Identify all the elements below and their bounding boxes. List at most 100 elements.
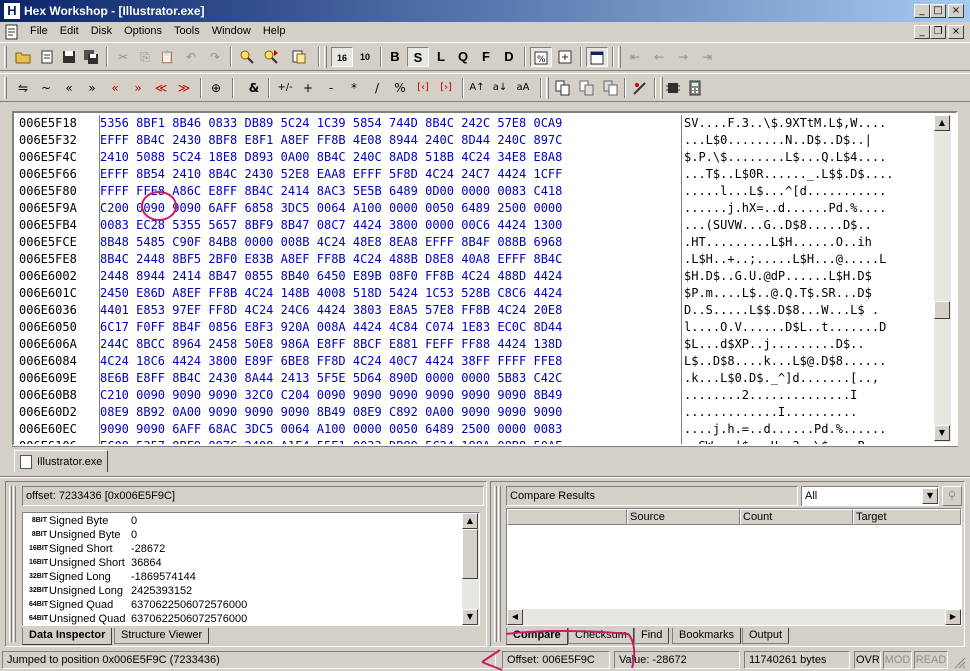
hex-editor[interactable]: 006E5F18 5356 8BF1 8B46 0833 DB89 5C24 1C…: [14, 113, 956, 444]
scroll-left-icon[interactable]: ◀: [507, 609, 523, 625]
hex-bytes[interactable]: 8E6B E8FF 8B4C 2430 8A44 2413 5F5E 5D64 …: [100, 370, 562, 387]
shr-icon[interactable]: »: [81, 78, 103, 98]
new-icon[interactable]: [36, 47, 58, 67]
mdi-close-button[interactable]: ×: [948, 25, 964, 39]
pin-icon[interactable]: ⚲: [942, 486, 962, 506]
hex-row[interactable]: 006E60B8 C210 0090 9090 9090 32C0 C204 00…: [14, 387, 934, 404]
copy-icon[interactable]: ⎘: [134, 47, 156, 67]
block-left-icon[interactable]: [‹]: [412, 78, 434, 98]
hex-row[interactable]: 006E5FCE 8B48 5485 C90F 84B8 0000 008B 4C…: [14, 234, 934, 251]
hex-row[interactable]: 006E6036 4401 E853 97EF FF8D 4C24 24C6 44…: [14, 302, 934, 319]
hex-ascii[interactable]: ...T$..L$0R......_.L$$.D$....: [684, 166, 894, 183]
tab-structure-viewer[interactable]: Structure Viewer: [114, 628, 210, 644]
plugin-icon[interactable]: [662, 78, 684, 98]
hex-row[interactable]: 006E606A 244C 8BCC 8964 2458 50E8 986A E8…: [14, 336, 934, 353]
column-target[interactable]: Target: [853, 509, 961, 525]
size-grip-icon[interactable]: [952, 655, 966, 669]
save-all-icon[interactable]: [80, 47, 102, 67]
inspector-row[interactable]: 32BITUnsigned Long 2425393152: [29, 584, 192, 598]
hex-ascii[interactable]: D..S.....L$$.D$8...W...L$ .: [684, 302, 879, 319]
mdi-restore-button[interactable]: ❐: [930, 25, 946, 39]
invert-case-icon[interactable]: aA: [512, 78, 534, 98]
add-sub-icon[interactable]: +/-: [274, 78, 296, 98]
tab-output[interactable]: Output: [742, 628, 790, 644]
mul-icon[interactable]: *: [343, 78, 365, 98]
hex-ascii[interactable]: .............I..........: [684, 404, 857, 421]
swap-icon[interactable]: ⇋: [12, 78, 34, 98]
copy-as-icon[interactable]: [552, 78, 574, 98]
hex-bytes[interactable]: 08E9 8B92 0A00 9090 9090 9090 8B49 08E9 …: [100, 404, 562, 421]
hex-ascii[interactable]: $L...d$XP..j.........D$..: [684, 336, 865, 353]
mod-icon[interactable]: %: [389, 78, 411, 98]
hex-ascii[interactable]: ..SW...|$...U..3..\$....P.: [684, 438, 872, 444]
hex-ascii[interactable]: .L$H..+..;.....L$H...@.....L: [684, 251, 886, 268]
scroll-down-icon[interactable]: ▼: [462, 609, 478, 625]
lower-icon[interactable]: a↓: [489, 78, 511, 98]
edit-icon[interactable]: [629, 78, 651, 98]
menu-options[interactable]: Options: [118, 25, 168, 37]
hex-bytes[interactable]: 8B48 5485 C90F 84B8 0000 008B 4C24 48E8 …: [100, 234, 562, 251]
hex-row[interactable]: 006E601C 2450 E86D A8EF FF8B 4C24 148B 40…: [14, 285, 934, 302]
xor-icon[interactable]: ⊕: [205, 78, 227, 98]
menu-disk[interactable]: Disk: [85, 25, 118, 37]
toolbar-grip[interactable]: [324, 46, 327, 68]
hex-row[interactable]: 006E60EC 9090 9090 6AFF 68AC 3DC5 0064 A1…: [14, 421, 934, 438]
hex-bytes[interactable]: 4C24 18C6 4424 3800 E89F 6BE8 FF8D 4C24 …: [100, 353, 562, 370]
tab-find[interactable]: Find: [634, 628, 670, 644]
hex-bytes[interactable]: 2450 E86D A8EF FF8B 4C24 148B 4008 518D …: [100, 285, 562, 302]
upper-icon[interactable]: A↑: [466, 78, 488, 98]
chevron-down-icon[interactable]: ▼: [922, 488, 938, 504]
paste-icon[interactable]: 📋: [156, 47, 178, 67]
shl-icon[interactable]: «: [58, 78, 80, 98]
panel-grip[interactable]: [492, 484, 504, 644]
save-icon[interactable]: [58, 47, 80, 67]
hex-ascii[interactable]: ...L$0........N..D$..D$..|: [684, 132, 872, 149]
document-icon[interactable]: [4, 24, 20, 40]
hex-row[interactable]: 006E609E 8E6B E8FF 8B4C 2430 8A44 2413 5F…: [14, 370, 934, 387]
menu-file[interactable]: File: [24, 25, 54, 37]
long-icon[interactable]: L: [430, 47, 452, 67]
hex-vertical-scrollbar[interactable]: ▲ ▼: [934, 115, 951, 442]
minimize-button[interactable]: _: [914, 4, 930, 18]
inspector-scrollbar[interactable]: ▲ ▼: [462, 513, 479, 625]
hex-ascii[interactable]: L$..D$8....k...L$@.D$8......: [684, 353, 886, 370]
hex-ascii[interactable]: $.P.\$........L$...Q.L$4....: [684, 149, 886, 166]
hex-row[interactable]: 006E5F4C 2410 5088 5C24 18E8 D893 0A00 8B…: [14, 149, 934, 166]
inspector-row[interactable]: 64BITSigned Quad 6370622506072576000: [29, 598, 247, 612]
menu-tools[interactable]: Tools: [168, 25, 206, 37]
goto-icon[interactable]: [288, 47, 310, 67]
hex-ascii[interactable]: $H.D$..G.U.@dP......L$H.D$: [684, 268, 872, 285]
inspector-list[interactable]: 8BIT Signed Byte 0 8BIT Unsigned Byte 0 16BITS…: [22, 512, 480, 626]
calculator-icon[interactable]: [684, 78, 706, 98]
tab-bookmarks[interactable]: Bookmarks: [672, 628, 742, 644]
hex-ascii[interactable]: l....O.V......D$L..t.......D: [684, 319, 886, 336]
inspector-row[interactable]: 32BITSigned Long -1869574144: [29, 570, 196, 584]
panel-grip[interactable]: [7, 484, 19, 644]
hex-bytes[interactable]: EC08 5357 8BF9 897C 2408 A1F4 55E1 0033 …: [100, 438, 562, 444]
hex-ascii[interactable]: .k...L$0.D$._^]d.......[..,: [684, 370, 879, 387]
hex-ascii[interactable]: SV....F.3..\$.9XTtM.L$,W....: [684, 115, 886, 132]
hex-bytes[interactable]: 4401 E853 97EF FF8D 4C24 24C6 4424 3803 …: [100, 302, 562, 319]
hex-bytes[interactable]: 2448 8944 2414 8B47 0855 8B40 6450 E89B …: [100, 268, 562, 285]
inspector-row[interactable]: 16BITSigned Short -28672: [29, 542, 165, 556]
short-icon[interactable]: S: [407, 47, 429, 67]
menu-edit[interactable]: Edit: [54, 25, 85, 37]
mdi-minimize-button[interactable]: _: [914, 25, 930, 39]
prev-icon[interactable]: ←: [648, 47, 670, 67]
hex-row[interactable]: 006E5F32 EFFF 8B4C 2430 8BF8 E8F1 A8EF FF…: [14, 132, 934, 149]
last-icon[interactable]: ⇥: [696, 47, 718, 67]
compare-icon[interactable]: [554, 47, 576, 67]
tab-data-inspector[interactable]: Data Inspector: [22, 628, 113, 645]
find-next-icon[interactable]: [260, 47, 282, 67]
open-icon[interactable]: [12, 47, 34, 67]
hex-bytes[interactable]: 244C 8BCC 8964 2458 50E8 986A E8FF 8BCF …: [100, 336, 562, 353]
hex-bytes[interactable]: 6C17 F0FF 8B4F 0856 E8F3 920A 008A 4424 …: [100, 319, 562, 336]
hex-ascii[interactable]: ...(SUVW...G..D$8.....D$..: [684, 217, 872, 234]
sub-icon[interactable]: -: [320, 78, 342, 98]
hex-bytes[interactable]: 5356 8BF1 8B46 0833 DB89 5C24 1C39 5854 …: [100, 115, 562, 132]
next-icon[interactable]: →: [672, 47, 694, 67]
column-count[interactable]: Count: [740, 509, 853, 525]
compare-hscrollbar[interactable]: ◀ ▶: [507, 609, 961, 625]
hex-row[interactable]: 006E5FE8 8B4C 2448 8BF5 2BF0 E83B A8EF FF…: [14, 251, 934, 268]
column-source[interactable]: Source: [627, 509, 740, 525]
